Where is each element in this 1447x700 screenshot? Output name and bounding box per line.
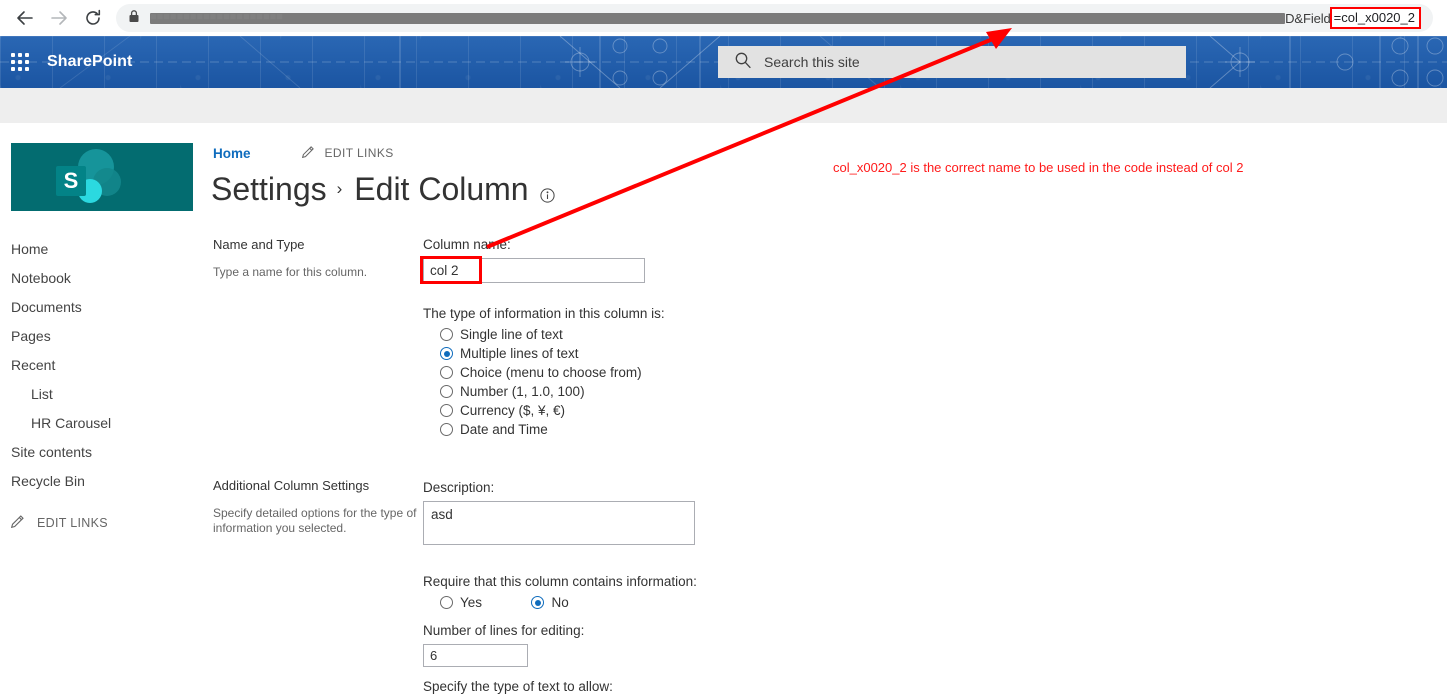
radio-require-no[interactable]: No	[531, 595, 569, 610]
breadcrumb-edit-links-button[interactable]: EDIT LINKS	[301, 145, 394, 161]
address-bar-url-text: ■■■■■■■■■■■■■■■■■■■■	[150, 11, 1285, 25]
radio-label: No	[551, 595, 569, 610]
additional-settings-field-column: Description: Require that this column co…	[423, 480, 697, 700]
address-bar-url-redacted: ■■■■■■■■■■■■■■■■■■■■	[150, 11, 1286, 25]
breadcrumb-edit-links-label: EDIT LINKS	[324, 146, 394, 160]
name-and-type-field-column: Column name: The type of information in …	[423, 237, 665, 441]
radio-label: Number (1, 1.0, 100)	[460, 384, 585, 399]
address-bar-url-tail: D&Field	[1285, 10, 1331, 26]
sidebar-item-list[interactable]: List	[0, 380, 205, 409]
radio-circle-icon	[440, 423, 453, 436]
sharepoint-brand-label[interactable]: SharePoint	[47, 36, 132, 88]
radio-multiple-lines-of-text[interactable]: Multiple lines of text	[440, 346, 665, 361]
page-title-settings[interactable]: Settings	[211, 171, 327, 208]
radio-number[interactable]: Number (1, 1.0, 100)	[440, 384, 665, 399]
radio-label: Multiple lines of text	[460, 346, 579, 361]
number-of-lines-label: Number of lines for editing:	[423, 623, 585, 638]
reload-icon	[83, 8, 103, 28]
pencil-icon	[10, 514, 25, 531]
pencil-icon	[301, 145, 315, 161]
radio-label: Currency ($, ¥, €)	[460, 403, 566, 418]
breadcrumb-home-link[interactable]: Home	[213, 146, 251, 161]
breadcrumb: Home EDIT LINKS	[213, 145, 394, 161]
sidebar-edit-links-label: EDIT LINKS	[37, 515, 108, 530]
radio-circle-icon	[440, 404, 453, 417]
sharepoint-logo-icon: S	[11, 143, 193, 211]
page-title-edit-column: Edit Column	[354, 170, 529, 207]
info-circle-icon[interactable]	[539, 174, 555, 211]
svg-text:S: S	[64, 168, 79, 193]
radio-label: Single line of text	[460, 327, 563, 342]
radio-circle-icon	[440, 596, 453, 609]
require-information-radio-group: Yes No	[423, 595, 697, 614]
name-and-type-label-column: Name and Type Type a name for this colum…	[213, 237, 418, 280]
radio-currency[interactable]: Currency ($, ¥, €)	[440, 403, 665, 418]
sidebar-item-pages[interactable]: Pages	[0, 322, 205, 351]
name-and-type-heading: Name and Type	[213, 237, 305, 252]
suite-nav-strip	[0, 88, 1447, 123]
sidebar-item-recent[interactable]: Recent	[0, 351, 205, 380]
app-launcher-waffle-icon[interactable]	[6, 48, 34, 76]
site-logo[interactable]: S	[11, 143, 193, 211]
sidebar-edit-links-button[interactable]: EDIT LINKS	[0, 514, 205, 531]
require-information-label: Require that this column contains inform…	[423, 574, 697, 589]
name-and-type-description: Type a name for this column.	[213, 265, 368, 279]
column-type-radio-group: Single line of text Multiple lines of te…	[423, 327, 665, 437]
additional-settings-description: Specify detailed options for the type of…	[213, 506, 417, 535]
radio-choice[interactable]: Choice (menu to choose from)	[440, 365, 665, 380]
sidebar-item-hr-carousel[interactable]: HR Carousel	[0, 409, 205, 438]
forward-button[interactable]	[42, 1, 76, 35]
radio-single-line-of-text[interactable]: Single line of text	[440, 327, 665, 342]
radio-require-yes[interactable]: Yes	[440, 595, 482, 610]
sidebar-item-documents[interactable]: Documents	[0, 293, 205, 322]
radio-circle-icon	[531, 596, 545, 609]
additional-settings-heading: Additional Column Settings	[213, 478, 370, 493]
address-bar[interactable]: ■■■■■■■■■■■■■■■■■■■■ D&Field =col_x0020_…	[116, 4, 1433, 32]
sidebar-item-notebook[interactable]: Notebook	[0, 264, 205, 293]
radio-circle-icon	[440, 347, 453, 360]
description-textarea[interactable]	[423, 501, 695, 545]
left-nav-list: Home Notebook Documents Pages Recent Lis…	[0, 235, 205, 531]
sidebar-item-home[interactable]: Home	[0, 235, 205, 264]
site-search-placeholder: Search this site	[764, 54, 860, 70]
sidebar-item-recycle-bin[interactable]: Recycle Bin	[0, 467, 205, 496]
browser-toolbar: ■■■■■■■■■■■■■■■■■■■■ D&Field =col_x0020_…	[0, 0, 1447, 36]
radio-circle-icon	[440, 385, 453, 398]
column-type-prompt: The type of information in this column i…	[423, 306, 665, 321]
page-title-separator: ›	[336, 179, 343, 198]
additional-settings-label-column: Additional Column Settings Specify detai…	[213, 478, 418, 536]
page-body: S Home Notebook Documents Pages Recent L…	[0, 123, 1447, 694]
radio-label: Date and Time	[460, 422, 548, 437]
sidebar-item-site-contents[interactable]: Site contents	[0, 438, 205, 467]
search-icon	[734, 51, 752, 74]
radio-label: Choice (menu to choose from)	[460, 365, 642, 380]
address-bar-field-param-highlight: =col_x0020_2	[1329, 7, 1421, 29]
page-title: Settings › Edit Column	[211, 167, 555, 211]
lock-icon	[128, 9, 140, 28]
radio-date-and-time[interactable]: Date and Time	[440, 422, 665, 437]
reload-button[interactable]	[76, 1, 110, 35]
radio-label: Yes	[460, 595, 483, 610]
forward-arrow-icon	[49, 8, 69, 28]
column-name-input[interactable]	[423, 258, 645, 283]
description-label: Description:	[423, 480, 495, 495]
text-type-label: Specify the type of text to allow:	[423, 679, 613, 694]
back-arrow-icon	[15, 8, 35, 28]
site-search-box[interactable]: Search this site	[718, 46, 1186, 78]
number-of-lines-input[interactable]	[423, 644, 528, 667]
radio-circle-icon	[440, 366, 453, 379]
back-button[interactable]	[8, 1, 42, 35]
column-name-label: Column name:	[423, 237, 511, 252]
radio-circle-icon	[440, 328, 453, 341]
